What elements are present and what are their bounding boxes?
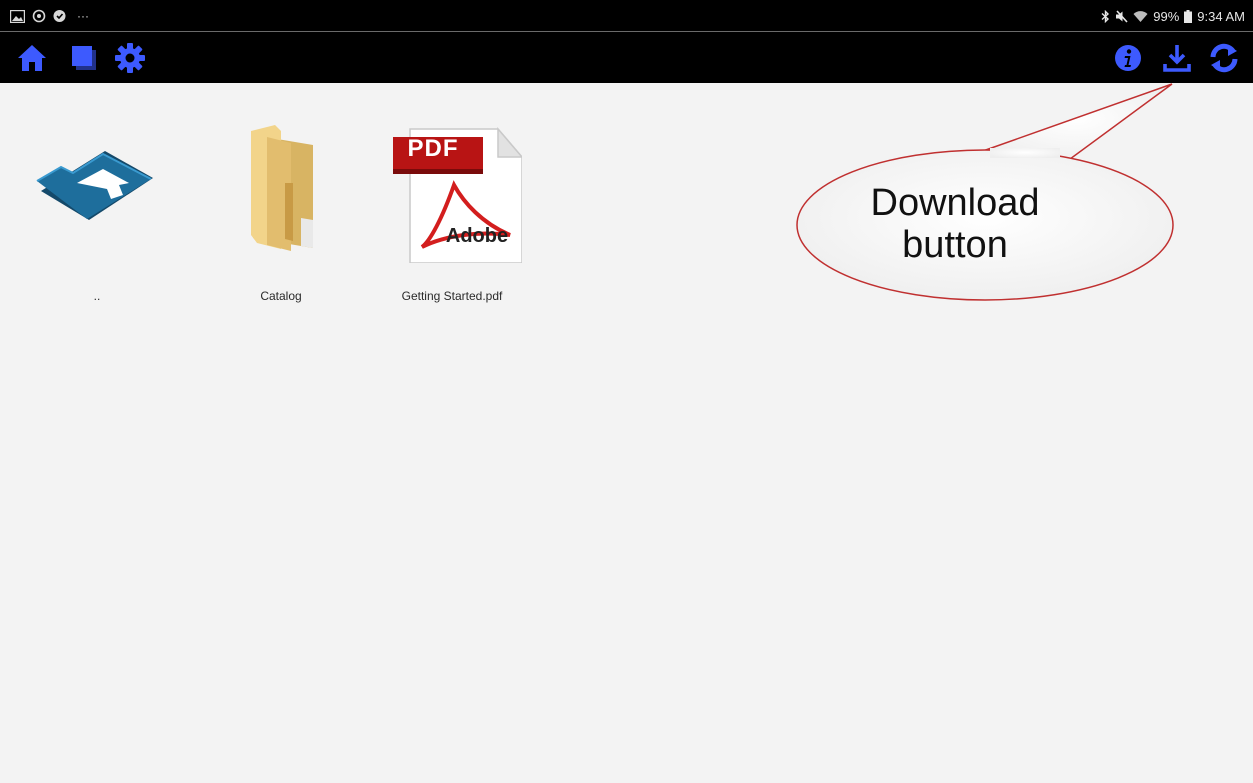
sync-icon xyxy=(32,9,46,23)
library-button[interactable] xyxy=(66,40,102,76)
callout-line-2: button xyxy=(902,224,1008,266)
status-left-icons: ··· xyxy=(10,9,89,23)
download-button[interactable] xyxy=(1159,40,1195,76)
refresh-icon xyxy=(1210,43,1238,73)
home-icon xyxy=(18,45,46,71)
home-button[interactable] xyxy=(14,40,50,76)
mute-icon xyxy=(1116,10,1128,23)
app-toolbar xyxy=(0,32,1253,83)
info-button[interactable] xyxy=(1110,40,1146,76)
pdf-badge-text: PDF xyxy=(407,135,459,162)
file-item-parent[interactable]: .. xyxy=(22,123,172,313)
refresh-button[interactable] xyxy=(1206,40,1242,76)
folder-icon xyxy=(251,125,313,251)
parent-folder-icon xyxy=(36,151,153,220)
shield-icon xyxy=(53,10,66,22)
file-name: Catalog xyxy=(260,289,302,303)
gallery-icon xyxy=(10,9,25,23)
settings-icon xyxy=(115,43,145,73)
settings-button[interactable] xyxy=(112,40,148,76)
status-right-info: 99% 9:34 AM xyxy=(1101,9,1245,24)
file-name: Getting Started.pdf xyxy=(401,289,503,303)
info-icon xyxy=(1115,45,1141,71)
download-icon xyxy=(1163,45,1191,72)
callout-line-1: Download xyxy=(870,182,1040,224)
file-name: .. xyxy=(93,289,101,303)
battery-icon xyxy=(1184,10,1193,23)
bluetooth-icon xyxy=(1101,10,1110,23)
wifi-icon xyxy=(1133,11,1148,22)
more-notifications: ··· xyxy=(77,9,89,23)
adobe-brand-text: Adobe xyxy=(445,225,509,247)
status-bar: ··· 99% 9:34 AM xyxy=(0,0,1253,32)
battery-percent: 99% xyxy=(1153,9,1180,24)
file-item-pdf[interactable]: PDF Adobe Getting Started.pdf xyxy=(377,123,527,313)
file-item-folder[interactable]: Catalog xyxy=(206,123,356,313)
callout-text: Download button xyxy=(820,182,1090,266)
clock: 9:34 AM xyxy=(1197,9,1245,24)
library-icon xyxy=(72,46,96,70)
